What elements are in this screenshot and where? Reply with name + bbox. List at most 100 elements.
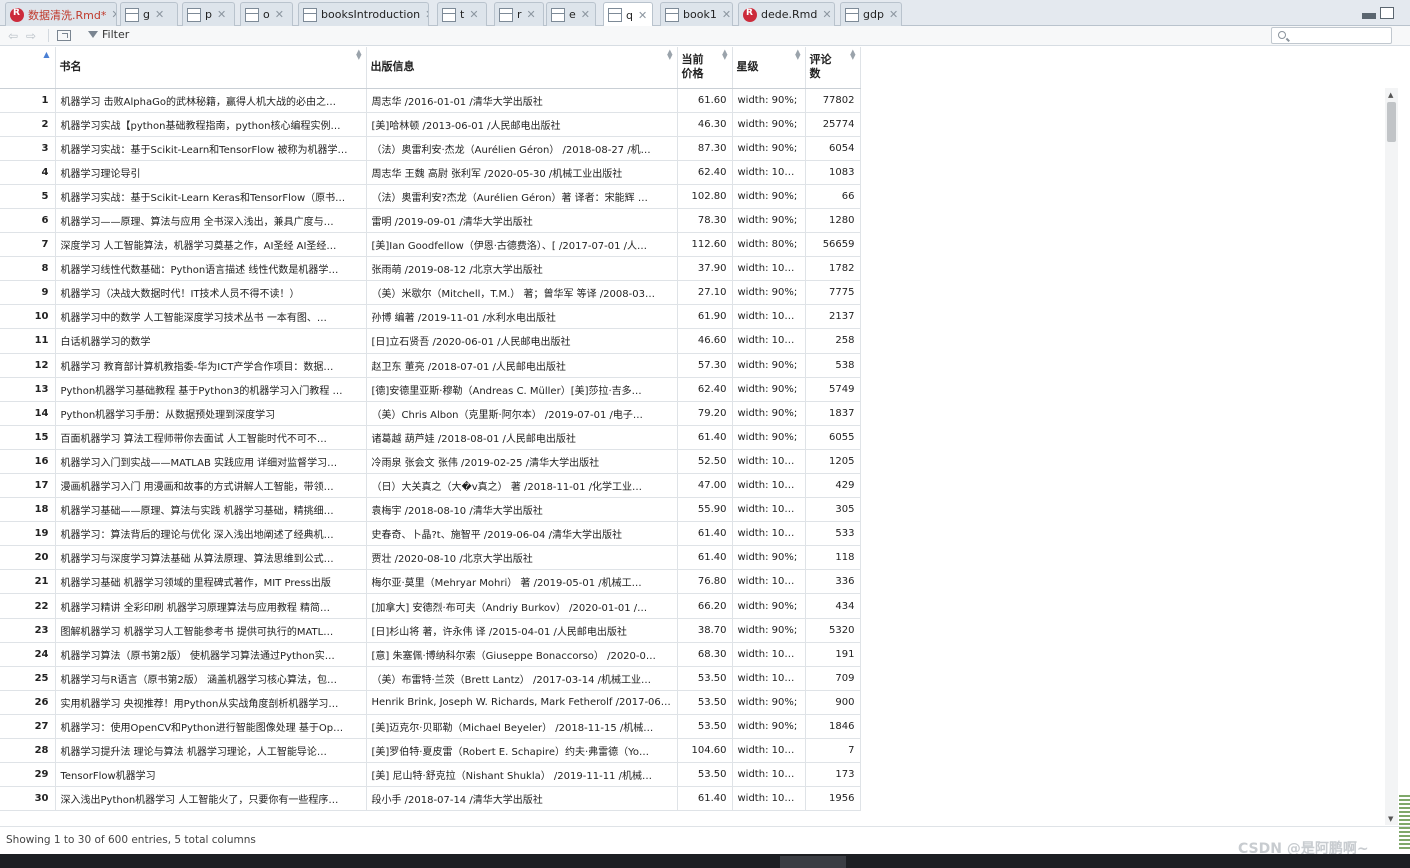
row-number: 28 — [0, 738, 56, 764]
table-row[interactable]: 18 机器学习基础——原理、算法与实践 机器学习基础，精挑细… 袁梅宇 /2018-… — [0, 497, 861, 523]
cell-title: 实用机器学习 央视推荐！用Python从实战角度剖析机器学习… — [55, 690, 367, 715]
table-row[interactable]: 15 百面机器学习 算法工程师带你去面试 人工智能时代不可不… 诸葛越 葫芦娃 /2… — [0, 425, 861, 450]
table-row[interactable]: 25 机器学习与R语言（原书第2版） 涵盖机器学习核心算法，包… （美）布雷特·兰茨… — [0, 666, 861, 691]
row-number: 17 — [0, 473, 56, 499]
tab-10[interactable]: dede.Rmd ✕ — [738, 2, 835, 26]
filter-button[interactable]: Filter — [88, 28, 129, 41]
cell-rating: width: 90%; — [732, 714, 806, 740]
cell-reviews: 118 — [805, 545, 861, 571]
tab-4[interactable]: booksIntroduction ✕ — [298, 2, 429, 26]
table-row[interactable]: 10 机器学习中的数学 人工智能深度学习技术丛书 一本有图、… 孙博 编著 /201… — [0, 304, 861, 330]
toolbar-divider — [48, 29, 49, 42]
table-row[interactable]: 13 Python机器学习基础教程 基于Python3的机器学习入门教程 … [德]… — [0, 377, 861, 402]
cell-rating: width: 90%; — [732, 425, 806, 450]
table-row[interactable]: 30 深入浅出Python机器学习 人工智能火了，只要你有一些程序… 段小手 /20… — [0, 786, 861, 812]
table-row[interactable]: 23 图解机器学习 机器学习人工智能参考书 提供可执行的MATL… [日]杉山将 著… — [0, 618, 861, 643]
search-box[interactable] — [1271, 27, 1392, 44]
table-row[interactable]: 3 机器学习实战：基于Scikit-Learn和TensorFlow 被称为机器学… — [0, 136, 861, 161]
taskbar-button[interactable] — [780, 856, 846, 868]
cell-rating: width: 100%; — [732, 569, 806, 595]
column-header-publisher[interactable]: 出版信息 ▲ ▼ — [366, 47, 678, 89]
tab-8[interactable]: q ✕ — [603, 2, 653, 27]
cell-publisher: [日]立石贤吾 /2020-06-01 /人民邮电出版社 — [366, 328, 678, 354]
table-row[interactable]: 28 机器学习提升法 理论与算法 机器学习理论，人工智能导论… [美]罗伯特·夏皮雷… — [0, 738, 861, 764]
table-row[interactable]: 24 机器学习算法（原书第2版） 使机器学习算法通过Python实… [意] 朱塞佩… — [0, 642, 861, 667]
close-icon[interactable]: ✕ — [217, 8, 226, 21]
table-row[interactable]: 17 漫画机器学习入门 用漫画和故事的方式讲解人工智能，带领… （日）大关真之（大�… — [0, 473, 861, 499]
scroll-down-arrow-icon[interactable]: ▼ — [1388, 815, 1393, 823]
tab-9[interactable]: book1 ✕ — [660, 2, 733, 26]
search-input[interactable] — [1292, 29, 1388, 42]
table-row[interactable]: 21 机器学习基础 机器学习领域的里程碑式著作，MIT Press出版 梅尔亚·莫里… — [0, 569, 861, 595]
close-icon[interactable]: ✕ — [889, 8, 898, 21]
close-icon[interactable]: ✕ — [722, 8, 731, 21]
close-icon[interactable]: ✕ — [822, 8, 831, 21]
close-icon[interactable]: ✕ — [469, 8, 478, 21]
row-number: 15 — [0, 425, 56, 450]
column-header-rating[interactable]: 星级 ▲ ▼ — [732, 47, 806, 89]
tab-11[interactable]: gdp ✕ — [840, 2, 902, 26]
tab-1[interactable]: g ✕ — [120, 2, 178, 26]
cell-rating: width: 90%; — [732, 208, 806, 234]
column-header-price[interactable]: 当前价格 ▲ ▼ — [677, 47, 733, 89]
table-row[interactable]: 5 机器学习实战：基于Scikit-Learn Keras和TensorFlow（… — [0, 184, 861, 209]
tab-6[interactable]: r ✕ — [494, 2, 544, 26]
grid-body: 1 机器学习 击败AlphaGo的武林秘籍，赢得人机大战的必由之… 周志华 /201… — [0, 88, 861, 812]
close-icon[interactable]: ✕ — [111, 8, 116, 21]
table-row[interactable]: 4 机器学习理论导引 周志华 王魏 高尉 张利军 /2020-05-30 /机械工业… — [0, 160, 861, 185]
table-row[interactable]: 1 机器学习 击败AlphaGo的武林秘籍，赢得人机大战的必由之… 周志华 /201… — [0, 88, 861, 113]
table-row[interactable]: 16 机器学习入门到实战——MATLAB 实践应用 详细对监督学习… 冷雨泉 张会文… — [0, 449, 861, 475]
table-row[interactable]: 26 实用机器学习 央视推荐！用Python从实战角度剖析机器学习… Henrik … — [0, 690, 861, 715]
table-row[interactable]: 29 TensorFlow机器学习 [美] 尼山特·舒克拉（Nishant Shuk… — [0, 762, 861, 788]
column-header-title[interactable]: 书名 ▲ ▼ — [55, 47, 367, 89]
tab-2[interactable]: p ✕ — [182, 2, 235, 26]
scroll-up-arrow-icon[interactable]: ▲ — [1388, 91, 1393, 99]
cell-reviews: 1956 — [805, 786, 861, 812]
table-row[interactable]: 6 机器学习——原理、算法与应用 全书深入浅出，兼具广度与… 雷明 /2019-09… — [0, 208, 861, 234]
close-icon[interactable]: ✕ — [581, 8, 590, 21]
tab-0[interactable]: 数据清洗.Rmd* ✕ — [5, 2, 117, 26]
close-icon[interactable]: ✕ — [155, 8, 164, 21]
table-row[interactable]: 2 机器学习实战【python基础教程指南，python核心编程实例… [美]哈林顿… — [0, 112, 861, 137]
row-number: 8 — [0, 256, 56, 282]
table-row[interactable]: 12 机器学习 教育部计算机教指委-华为ICT产学合作项目：数据… 赵卫东 董亮 /… — [0, 353, 861, 378]
cell-rating: width: 100%; — [732, 497, 806, 523]
close-icon[interactable]: ✕ — [425, 8, 428, 21]
index-column-header[interactable]: ▲ — [0, 47, 56, 89]
table-row[interactable]: 7 深度学习 人工智能算法，机器学习奠基之作，AI圣经 AI圣经… [美]Ian G… — [0, 232, 861, 258]
cell-reviews: 6055 — [805, 425, 861, 450]
cell-rating: width: 100%; — [732, 786, 806, 812]
cell-reviews: 66 — [805, 184, 861, 209]
data-grid-icon — [245, 7, 259, 22]
table-row[interactable]: 9 机器学习（决战大数据时代！IT技术人员不得不读！） （美）米歇尔（Mitchel… — [0, 280, 861, 306]
cell-publisher: 周志华 /2016-01-01 /清华大学出版社 — [366, 88, 678, 113]
vertical-scrollbar[interactable]: ▲ ▼ — [1385, 88, 1398, 825]
tab-3[interactable]: o ✕ — [240, 2, 293, 26]
table-row[interactable]: 27 机器学习：使用OpenCV和Python进行智能图像处理 基于Op… [美]迈… — [0, 714, 861, 740]
table-row[interactable]: 20 机器学习与深度学习算法基础 从算法原理、算法思维到公式… 贾壮 /2020-0… — [0, 545, 861, 571]
scrollbar-thumb[interactable] — [1387, 102, 1396, 142]
table-row[interactable]: 11 白话机器学习的数学 [日]立石贤吾 /2020-06-01 /人民邮电出版社 4… — [0, 328, 861, 354]
window-controls — [1362, 7, 1394, 19]
forward-arrow-icon[interactable]: ⇨ — [26, 29, 36, 43]
column-header-reviews[interactable]: 评论数 ▲ ▼ — [805, 47, 861, 89]
cell-rating: width: 100%; — [732, 642, 806, 667]
close-icon[interactable]: ✕ — [527, 8, 536, 21]
cell-title: 白话机器学习的数学 — [55, 328, 367, 354]
close-icon[interactable]: ✕ — [275, 8, 284, 21]
table-row[interactable]: 22 机器学习精讲 全彩印刷 机器学习原理算法与应用教程 精简… [加拿大] 安德烈… — [0, 593, 861, 619]
tab-7[interactable]: e ✕ — [546, 2, 596, 26]
meter-bar — [1399, 835, 1410, 837]
table-row[interactable]: 8 机器学习线性代数基础：Python语言描述 线性代数是机器学… 张雨萌 /201… — [0, 256, 861, 282]
close-icon[interactable]: ✕ — [638, 9, 647, 22]
popout-window-icon[interactable] — [57, 30, 71, 41]
meter-bar — [1399, 807, 1410, 809]
sort-icon: ▲ ▼ — [795, 48, 801, 61]
minimize-pane-button[interactable] — [1362, 13, 1376, 19]
table-row[interactable]: 14 Python机器学习手册：从数据预处理到深度学习 （美）Chris Albon… — [0, 401, 861, 426]
cell-rating: width: 100%; — [732, 256, 806, 282]
tab-5[interactable]: t ✕ — [437, 2, 487, 26]
back-arrow-icon[interactable]: ⇦ — [8, 29, 18, 43]
maximize-pane-button[interactable] — [1380, 7, 1394, 19]
table-row[interactable]: 19 机器学习：算法背后的理论与优化 深入浅出地阐述了经典机… 史春奇、卜晶?t、施… — [0, 521, 861, 547]
